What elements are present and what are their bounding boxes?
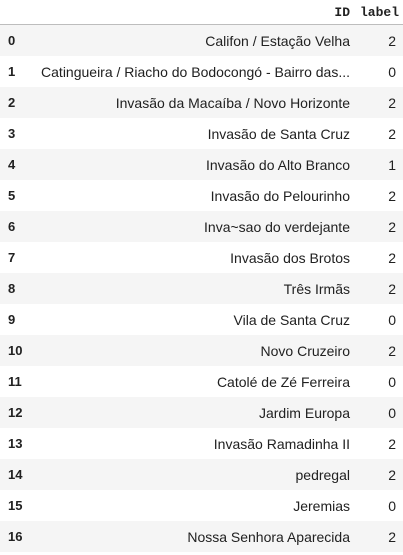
row-index: 12 xyxy=(8,405,23,420)
cell-id: Califon / Estação Velha xyxy=(205,32,350,49)
cell-id: Novo Cruzeiro xyxy=(260,342,350,359)
row-index: 16 xyxy=(8,529,23,544)
cell-label: 2 xyxy=(388,435,396,452)
cell-id: Invasão da Macaíba / Novo Horizonte xyxy=(115,94,350,111)
cell-id: Três Irmãs xyxy=(283,280,350,297)
cell-id: Invasão dos Brotos xyxy=(230,249,350,266)
row-index: 15 xyxy=(8,498,23,513)
table-row: 8 Três Irmãs 2 xyxy=(0,273,403,304)
table-row: 7 Invasão dos Brotos 2 xyxy=(0,242,403,273)
row-index: 4 xyxy=(8,157,16,172)
cell-id: Jardim Europa xyxy=(258,404,350,421)
cell-id: Vila de Santa Cruz xyxy=(233,311,350,328)
cell-id: Catingueira / Riacho do Bodocongó - Bair… xyxy=(41,63,350,80)
table-row: 9 Vila de Santa Cruz 0 xyxy=(0,304,403,335)
column-header-id: ID xyxy=(334,4,350,20)
table-row: 13 Invasão Ramadinha II 2 xyxy=(0,428,403,459)
cell-label: 0 xyxy=(388,404,396,421)
cell-label: 2 xyxy=(388,32,396,49)
row-index: 0 xyxy=(8,33,16,48)
row-index: 13 xyxy=(8,436,23,451)
cell-label: 0 xyxy=(388,373,396,390)
cell-id: Nossa Senhora Aparecida xyxy=(187,528,350,545)
row-index: 8 xyxy=(8,281,16,296)
row-index: 3 xyxy=(8,126,16,141)
cell-id: Invasão do Alto Branco xyxy=(206,156,350,173)
cell-label: 2 xyxy=(388,528,396,545)
row-index: 7 xyxy=(8,250,16,265)
table-row: 4 Invasão do Alto Branco 1 xyxy=(0,149,403,180)
cell-label: 2 xyxy=(388,187,396,204)
cell-id: Invasão Ramadinha II xyxy=(213,435,350,452)
cell-label: 0 xyxy=(388,311,396,328)
table-row: 10 Novo Cruzeiro 2 xyxy=(0,335,403,366)
cell-label: 2 xyxy=(388,94,396,111)
cell-label: 2 xyxy=(388,218,396,235)
table-row: 16 Nossa Senhora Aparecida 2 xyxy=(0,521,403,552)
dataframe-table: ID label 0 Califon / Estação Velha 2 1 Catin… xyxy=(0,0,403,552)
row-index: 1 xyxy=(8,64,16,79)
cell-id: Catolé de Zé Ferreira xyxy=(216,373,350,390)
table-row: 15 Jeremias 0 xyxy=(0,490,403,521)
table-row: 14 pedregal 2 xyxy=(0,459,403,490)
table-row: 11 Catolé de Zé Ferreira 0 xyxy=(0,366,403,397)
cell-id: pedregal xyxy=(295,466,351,483)
table-row: 12 Jardim Europa 0 xyxy=(0,397,403,428)
table-row: 1 Catingueira / Riacho do Bodocongó - Bai… xyxy=(0,56,403,87)
cell-label: 2 xyxy=(388,249,396,266)
table-row: 2 Invasão da Macaíba / Novo Horizonte 2 xyxy=(0,87,403,118)
table-row: 3 Invasão de Santa Cruz 2 xyxy=(0,118,403,149)
cell-label: 2 xyxy=(388,125,396,142)
cell-id: Invasão de Santa Cruz xyxy=(207,125,350,142)
row-index: 14 xyxy=(8,467,23,482)
table-header: ID label xyxy=(0,0,403,25)
cell-label: 2 xyxy=(388,466,396,483)
table-row: 6 Inva~sao do verdejante 2 xyxy=(0,211,403,242)
cell-id: Invasão do Pelourinho xyxy=(210,187,350,204)
row-index: 5 xyxy=(8,188,16,203)
row-index: 11 xyxy=(8,374,22,389)
row-index: 6 xyxy=(8,219,16,234)
column-header-label: label xyxy=(360,4,400,20)
cell-label: 0 xyxy=(388,497,396,514)
cell-id: Inva~sao do verdejante xyxy=(204,218,350,235)
cell-label: 1 xyxy=(388,156,396,173)
table-row: 0 Califon / Estação Velha 2 xyxy=(0,25,403,56)
row-index: 9 xyxy=(8,312,16,327)
cell-id: Jeremias xyxy=(293,497,350,514)
cell-label: 2 xyxy=(388,342,396,359)
row-index: 10 xyxy=(8,343,23,358)
cell-label: 2 xyxy=(388,280,396,297)
row-index: 2 xyxy=(8,95,16,110)
table-row: 5 Invasão do Pelourinho 2 xyxy=(0,180,403,211)
table-body: 0 Califon / Estação Velha 2 1 Catingueira / … xyxy=(0,25,403,552)
cell-label: 0 xyxy=(388,63,396,80)
